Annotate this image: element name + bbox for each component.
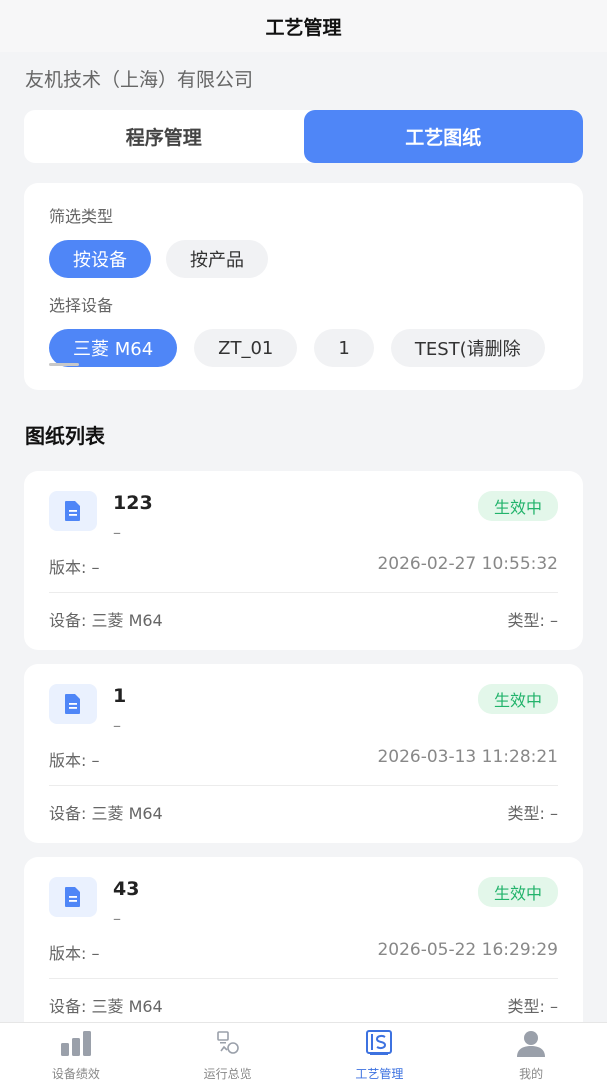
horizontal-scroll-indicator	[49, 363, 79, 366]
filter-type-label: 筛选类型	[49, 207, 114, 226]
drawing-device: 设备: 三菱 M64	[49, 997, 163, 1016]
bottom-tab-bar: 设备绩效 运行总览 工艺管理 我的	[0, 1022, 607, 1080]
status-badge: 生效中	[477, 491, 558, 521]
bar-chart-icon	[59, 1029, 93, 1061]
user-icon	[514, 1029, 548, 1061]
device-select-label: 选择设备	[49, 296, 114, 315]
drawing-subtitle: –	[113, 523, 121, 542]
filter-card: 筛选类型 按设备 按产品 选择设备 三菱 M64 ZT_01 1 TEST(请删…	[24, 183, 583, 390]
drawing-name: 1	[113, 685, 127, 707]
drawing-version: 版本: –	[49, 751, 100, 770]
status-badge: 生效中	[477, 877, 558, 907]
device-chip-zt01[interactable]: ZT_01	[194, 329, 298, 367]
chip-by-device[interactable]: 按设备	[49, 240, 151, 278]
filter-type-chips: 按设备 按产品	[49, 240, 583, 278]
page-title: 工艺管理	[265, 16, 342, 39]
device-chip-test[interactable]: TEST(请删除	[390, 329, 545, 367]
drawing-subtitle: –	[113, 716, 121, 735]
drawing-subtitle: –	[113, 909, 121, 928]
tabbar-item-equipment-performance[interactable]: 设备绩效	[0, 1023, 152, 1080]
drawing-version: 版本: –	[49, 944, 100, 963]
drawing-timestamp: 2026-02-27 10:55:32	[377, 554, 558, 574]
drawing-type: 类型: –	[507, 997, 558, 1016]
tabbar-item-overview[interactable]: 运行总览	[152, 1023, 304, 1080]
drawing-card[interactable]: 123 – 生效中 版本: – 2026-02-27 10:55:32 设备: …	[24, 471, 583, 650]
drawing-device: 设备: 三菱 M64	[49, 611, 163, 630]
tabbar-label: 我的	[519, 1067, 544, 1080]
device-chips[interactable]: 三菱 M64 ZT_01 1 TEST(请删除	[49, 329, 558, 367]
tabbar-item-process-management[interactable]: 工艺管理	[304, 1023, 456, 1080]
tab-process-drawings[interactable]: 工艺图纸	[303, 110, 583, 163]
drawing-name: 123	[113, 492, 153, 514]
drawing-list-title: 图纸列表	[25, 424, 105, 448]
segmented-tabs: 程序管理 工艺图纸	[24, 110, 583, 163]
document-icon	[49, 877, 97, 917]
tabbar-label: 设备绩效	[51, 1067, 100, 1080]
company-name: 友机技术（上海）有限公司	[25, 69, 254, 91]
drawing-list: 123 – 生效中 版本: – 2026-02-27 10:55:32 设备: …	[0, 471, 607, 1036]
process-icon	[364, 1029, 394, 1061]
tab-program-management[interactable]: 程序管理	[24, 110, 304, 163]
drawing-timestamp: 2026-03-13 11:28:21	[377, 747, 558, 767]
chip-by-product[interactable]: 按产品	[166, 240, 268, 278]
drawing-type: 类型: –	[507, 804, 558, 823]
overview-icon	[215, 1029, 241, 1061]
drawing-device: 设备: 三菱 M64	[49, 804, 163, 823]
device-chip-mitsubishi-m64[interactable]: 三菱 M64	[49, 329, 178, 367]
drawing-timestamp: 2026-05-22 16:29:29	[377, 940, 558, 960]
top-bar: 工艺管理	[0, 0, 607, 52]
drawing-version: 版本: –	[49, 558, 100, 577]
status-badge: 生效中	[477, 684, 558, 714]
tabbar-label: 运行总览	[203, 1067, 252, 1080]
drawing-card[interactable]: 1 – 生效中 版本: – 2026-03-13 11:28:21 设备: 三菱…	[24, 664, 583, 843]
tabbar-label: 工艺管理	[355, 1067, 404, 1080]
tabbar-item-mine[interactable]: 我的	[455, 1023, 607, 1080]
document-icon	[49, 684, 97, 724]
device-chip-1[interactable]: 1	[314, 329, 374, 367]
document-icon	[49, 491, 97, 531]
drawing-card[interactable]: 43 – 生效中 版本: – 2026-05-22 16:29:29 设备: 三…	[24, 857, 583, 1036]
drawing-type: 类型: –	[507, 611, 558, 630]
drawing-name: 43	[113, 878, 140, 900]
